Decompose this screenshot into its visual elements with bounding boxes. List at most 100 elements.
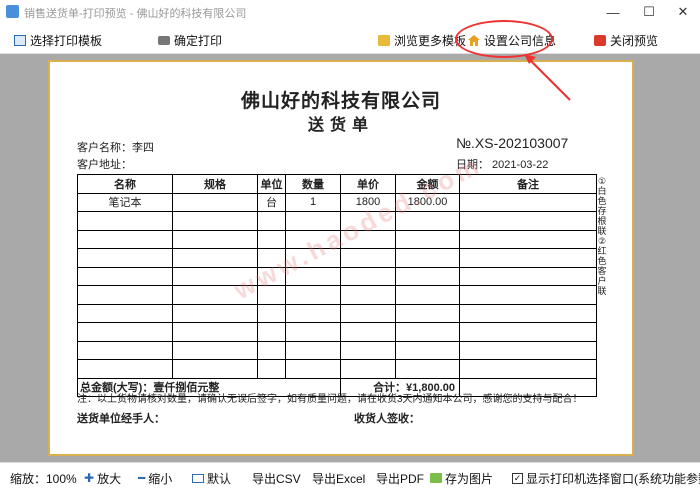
folder-icon — [378, 34, 390, 46]
monitor-icon — [192, 473, 204, 483]
column-header: 规格 — [172, 174, 258, 194]
table-cell — [285, 303, 341, 323]
table-cell: 台 — [257, 192, 286, 212]
column-header: 金额 — [395, 174, 460, 194]
preview-canvas[interactable]: 佛山好的科技有限公司 送货单 客户名称：李四 客户地址： №.XS-202103… — [0, 54, 700, 462]
table-cell — [285, 211, 341, 231]
minimize-button[interactable]: — — [598, 2, 628, 22]
table-cell — [459, 211, 597, 231]
table-cell — [285, 266, 341, 286]
table-cell — [340, 303, 396, 323]
close-preview-button[interactable]: 关闭预览 — [594, 31, 658, 49]
checkbox-icon: ✓ — [512, 472, 523, 484]
table-cell — [459, 266, 597, 286]
column-header: 单价 — [340, 174, 396, 194]
table-row — [77, 285, 597, 305]
table-cell — [257, 322, 286, 342]
show-printer-window-label: 显示打印机选择窗口(系统功能参数) — [526, 471, 700, 486]
table-cell — [459, 229, 597, 249]
table-cell — [257, 340, 286, 360]
table-cell — [459, 248, 597, 268]
title-bar: 销售送货单-打印预览 - 佛山好的科技有限公司 — ☐ ✕ — [0, 0, 700, 24]
export-excel-button[interactable]: 导出Excel — [312, 470, 365, 486]
table-cell — [340, 266, 396, 286]
plus-icon: ✚ — [84, 471, 95, 485]
customer-name: 客户名称：李四 — [77, 142, 154, 154]
table-cell — [340, 340, 396, 360]
table-row — [77, 211, 597, 231]
table-cell — [172, 229, 258, 249]
table-row — [77, 266, 597, 286]
table-cell — [285, 248, 341, 268]
copy-note: ①白色存根联 ②红色客户联 — [597, 176, 607, 296]
table-cell — [77, 340, 173, 360]
table-cell — [172, 285, 258, 305]
minus-icon: ━ — [138, 471, 146, 485]
table-cell: 1 — [285, 192, 341, 212]
table-cell — [77, 359, 173, 379]
table-cell — [77, 322, 173, 342]
annotation-circle — [455, 20, 553, 58]
table-cell — [172, 266, 258, 286]
deliverer-signature: 送货单位经手人： — [77, 413, 165, 425]
show-printer-window-checkbox[interactable]: ✓ 显示打印机选择窗口(系统功能参数) — [512, 470, 700, 486]
table-cell — [340, 229, 396, 249]
column-header: 名称 — [77, 174, 173, 194]
zoom-in-button[interactable]: ✚ 放大 — [84, 470, 121, 486]
confirm-print-button[interactable]: 确定打印 — [158, 31, 222, 49]
table-row — [77, 359, 597, 379]
table-cell — [340, 211, 396, 231]
table-cell — [459, 359, 597, 379]
table-cell — [77, 248, 173, 268]
customer-address: 客户地址： — [77, 159, 132, 171]
close-preview-label: 关闭预览 — [610, 33, 659, 48]
table-cell — [77, 303, 173, 323]
zoom-out-button[interactable]: ━ 缩小 — [138, 470, 172, 486]
table-cell — [77, 211, 173, 231]
table-row — [77, 248, 597, 268]
save-image-button[interactable]: 存为图片 — [430, 470, 493, 486]
status-bar: 缩放：100% ✚ 放大 ━ 缩小 默认 导出CSV 导出Excel 导出PDF 存… — [0, 462, 700, 490]
window-title: 销售送货单-打印预览 - 佛山好的科技有限公司 — [24, 8, 247, 20]
disclaimer-note: 注：以上货物请核对数量，请确认无误后签字，如有质量问题，请在收货3天内通知本公司… — [77, 394, 583, 405]
table-cell — [172, 248, 258, 268]
select-template-label: 选择打印模板 — [30, 33, 103, 48]
table-cell — [340, 285, 396, 305]
table-cell — [172, 322, 258, 342]
close-preview-icon — [594, 34, 606, 46]
table-cell — [285, 322, 341, 342]
close-window-button[interactable]: ✕ — [668, 2, 698, 22]
picture-icon — [430, 473, 442, 483]
items-table: 名称 规格 单位 数量 单价 金额 备注 笔记本台 1 1800 1800.00 总金额(大写)：壹仟… — [77, 174, 597, 397]
save-image-label: 存为图片 — [445, 471, 494, 486]
table-cell — [285, 229, 341, 249]
table-cell — [257, 229, 286, 249]
table-cell — [395, 322, 460, 342]
maximize-button[interactable]: ☐ — [634, 2, 664, 22]
default-zoom-button[interactable]: 默认 — [192, 470, 231, 486]
confirm-print-label: 确定打印 — [174, 33, 223, 48]
table-cell — [340, 322, 396, 342]
table-cell — [172, 303, 258, 323]
table-cell — [459, 303, 597, 323]
table-cell — [459, 322, 597, 342]
table-cell — [257, 303, 286, 323]
default-zoom-label: 默认 — [207, 471, 232, 486]
table-cell: 1800 — [340, 192, 396, 212]
table-cell — [257, 285, 286, 305]
table-cell — [285, 340, 341, 360]
receiver-signature: 收货人签收： — [354, 413, 420, 425]
table-row — [77, 229, 597, 249]
browse-templates-button[interactable]: 浏览更多模板 — [378, 31, 466, 49]
export-csv-label: 导出CSV — [252, 471, 301, 486]
export-pdf-button[interactable]: 导出PDF — [376, 470, 424, 486]
export-csv-button[interactable]: 导出CSV — [252, 470, 301, 486]
table-cell: 笔记本 — [77, 192, 173, 212]
export-excel-label: 导出Excel — [312, 471, 366, 486]
export-pdf-label: 导出PDF — [376, 471, 425, 486]
table-cell — [395, 266, 460, 286]
table-cell — [395, 229, 460, 249]
table-cell — [77, 266, 173, 286]
toolbar: 选择打印模板 确定打印 浏览更多模板 设置公司信息 关闭预览 — [0, 24, 700, 54]
select-template-button[interactable]: 选择打印模板 — [14, 31, 102, 49]
